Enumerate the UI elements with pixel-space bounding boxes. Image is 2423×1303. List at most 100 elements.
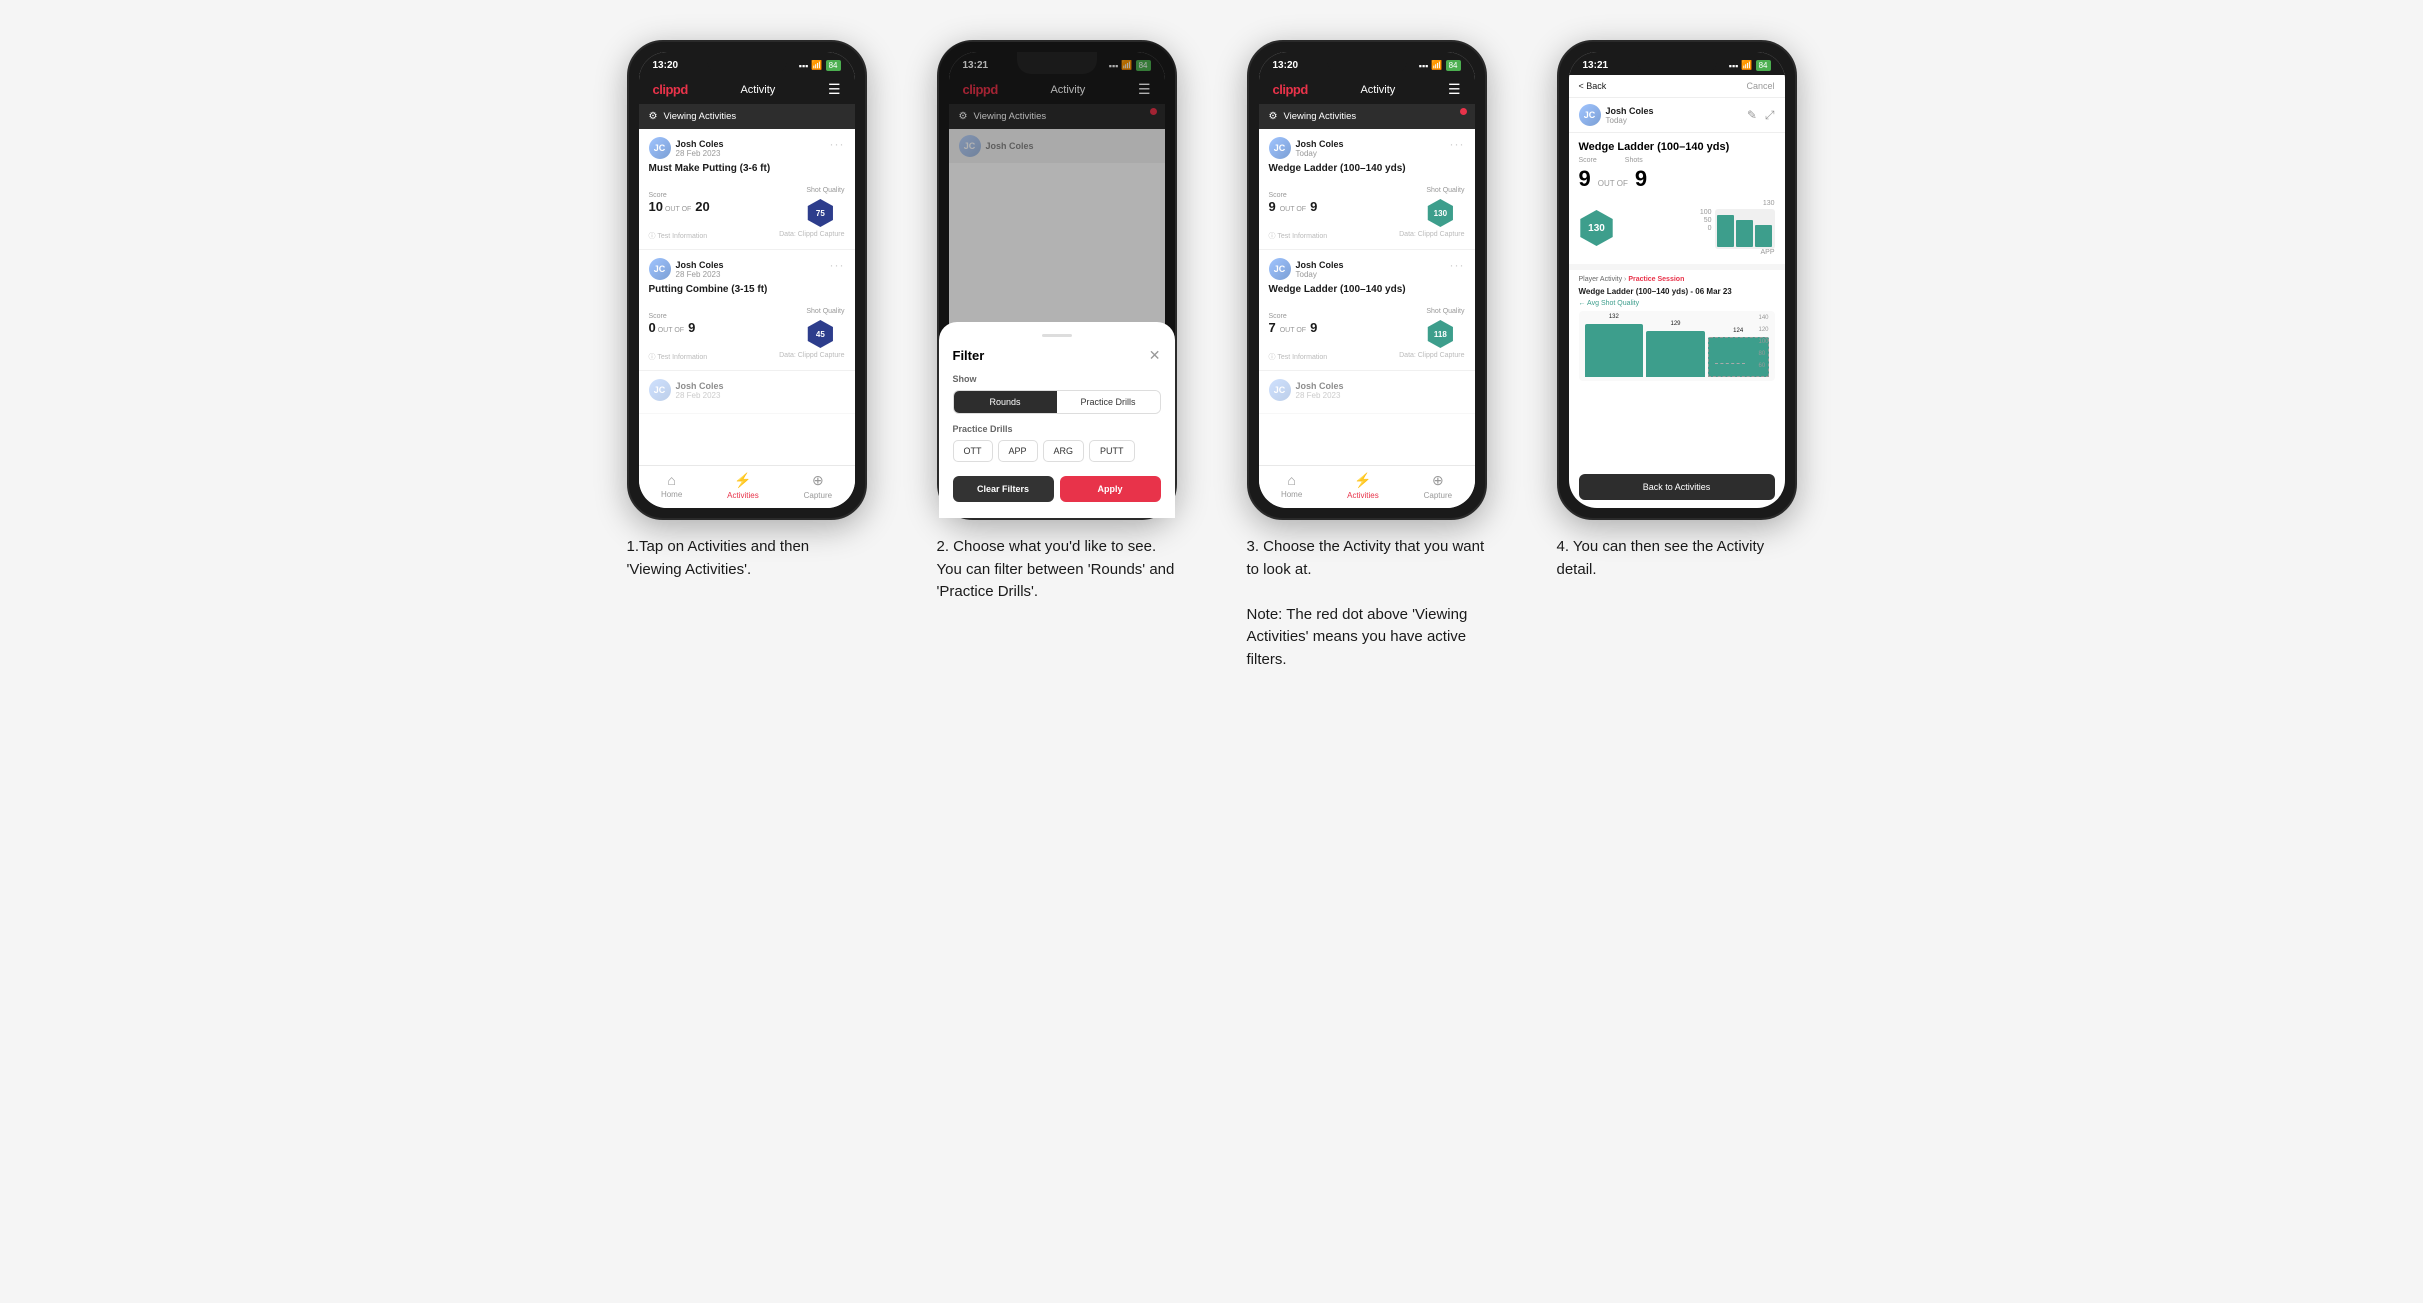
activity-card-1-3[interactable]: JC Josh Coles 28 Feb 2023 — [639, 371, 855, 414]
filter-title-2: Filter — [953, 348, 985, 363]
score-val-3-1: 9 — [1269, 199, 1276, 214]
player-activity-label-4: Player Activity — [1579, 276, 1623, 283]
nav-home-3[interactable]: ⌂ Home — [1281, 472, 1302, 500]
detail-user-row-4: JC Josh Coles Today ✎ ⤢ — [1569, 98, 1785, 133]
logo-1: clippd — [653, 82, 688, 97]
activity-card-3-2[interactable]: JC Josh Coles Today ··· Wedge Ladder (10… — [1259, 250, 1475, 371]
score-label-1-2: Score — [649, 313, 696, 320]
y-axis-4: 140 120 100 80 60 — [1758, 315, 1768, 369]
card-dots-3-1[interactable]: ··· — [1450, 137, 1465, 151]
card-dots-3-2[interactable]: ··· — [1450, 258, 1465, 272]
phone-notch-4 — [1637, 52, 1717, 74]
drill-ott-2[interactable]: OTT — [953, 440, 993, 462]
drill-putt-2[interactable]: PUTT — [1089, 440, 1135, 462]
avatar-1-2: JC — [649, 258, 671, 280]
user-info-1-3: JC Josh Coles 28 Feb 2023 — [649, 379, 724, 401]
detail-header-4: < Back Cancel — [1569, 75, 1785, 98]
nav-activities-3[interactable]: ⚡ Activities — [1347, 472, 1379, 500]
menu-icon-1[interactable]: ☰ — [828, 81, 841, 98]
bar-3-4 — [1755, 225, 1772, 247]
shots-label-4: Shots — [1625, 157, 1643, 164]
logo-3: clippd — [1273, 82, 1308, 97]
phone-col-4: 13:21 ▪▪▪ 📶 84 < Back Cancel JC — [1537, 40, 1817, 581]
activity-card-3-1[interactable]: JC Josh Coles Today ··· Wedge Ladder (10… — [1259, 129, 1475, 250]
quality-badge-3-2: Shot Quality 118 — [1426, 300, 1464, 348]
back-btn-4[interactable]: < Back — [1579, 81, 1607, 91]
hex-1-2: 45 — [806, 320, 834, 348]
card-header-1-2: JC Josh Coles 28 Feb 2023 ··· — [649, 258, 845, 280]
battery-icon-4: 84 — [1756, 60, 1771, 71]
filter-icon-1: ⚙ — [649, 111, 658, 122]
edit-icon-4[interactable]: ✎ — [1747, 108, 1757, 123]
score-shots-labels-4: Score Shots — [1579, 157, 1738, 164]
detail-title-4: Wedge Ladder (100–140 yds) Score Shots 9… — [1579, 141, 1738, 192]
bottom-nav-1: ⌂ Home ⚡ Activities ⊕ Capture — [639, 465, 855, 508]
card-dots-1-1[interactable]: ··· — [830, 137, 845, 151]
nav-capture-1[interactable]: ⊕ Capture — [804, 472, 832, 500]
avg-label-4: ← Avg Shot Quality — [1579, 300, 1775, 307]
clear-filters-btn-2[interactable]: Clear Filters — [953, 476, 1054, 502]
drills-btn-2[interactable]: Practice Drills — [1057, 391, 1160, 413]
home-label-3: Home — [1281, 490, 1302, 499]
card-dots-1-2[interactable]: ··· — [830, 258, 845, 272]
chart-axis-labels-mid-4: 100 50 0 — [1623, 209, 1775, 249]
status-time-4: 13:21 — [1583, 60, 1609, 71]
info-left-3-1: ⓘ Test Information — [1269, 231, 1328, 241]
activity-title-3-1: Wedge Ladder (100–140 yds) — [1269, 163, 1465, 174]
user-info-3-1: JC Josh Coles Today — [1269, 137, 1344, 159]
drill-arg-2[interactable]: ARG — [1043, 440, 1085, 462]
score-label-3-2: Score — [1269, 313, 1318, 320]
battery-icon: 84 — [826, 60, 841, 71]
activity-card-1-1[interactable]: JC Josh Coles 28 Feb 2023 ··· Must Make … — [639, 129, 855, 250]
activity-card-1-2[interactable]: JC Josh Coles 28 Feb 2023 ··· Putting Co… — [639, 250, 855, 371]
activity-title-3-2: Wedge Ladder (100–140 yds) — [1269, 284, 1465, 295]
viewing-banner-1[interactable]: ⚙ Viewing Activities — [639, 104, 855, 129]
phone-notch-1 — [707, 52, 787, 74]
dashed-line-4 — [1715, 363, 1745, 364]
phone-2: 13:21 ▪▪▪ 📶 84 clippd Activity ☰ ⚙ Vi — [937, 40, 1177, 520]
card-header-1-3: JC Josh Coles 28 Feb 2023 — [649, 379, 845, 401]
practice-session-label-4: Practice Session — [1628, 276, 1684, 283]
phone-1-content: JC Josh Coles 28 Feb 2023 ··· Must Make … — [639, 129, 855, 465]
phone-notch-3 — [1327, 52, 1407, 74]
user-info-3-2: JC Josh Coles Today — [1269, 258, 1344, 280]
user-details-1-1: Josh Coles 28 Feb 2023 — [676, 139, 724, 158]
card-header-3-2: JC Josh Coles Today ··· — [1269, 258, 1465, 280]
score-label-3-1: Score — [1269, 192, 1318, 199]
hex-3-2: 118 — [1426, 320, 1454, 348]
red-dot-3 — [1460, 108, 1467, 115]
status-icons-3: ▪▪▪ 📶 84 — [1419, 60, 1461, 71]
nav-home-1[interactable]: ⌂ Home — [661, 472, 682, 500]
menu-icon-3[interactable]: ☰ — [1448, 81, 1461, 98]
caption-2: 2. Choose what you'd like to see. You ca… — [937, 536, 1177, 604]
back-to-activities-btn-4[interactable]: Back to Activities — [1579, 474, 1775, 500]
user-details-1-3: Josh Coles 28 Feb 2023 — [676, 381, 724, 400]
banner-text-3: Viewing Activities — [1283, 111, 1356, 122]
nav-capture-3[interactable]: ⊕ Capture — [1424, 472, 1452, 500]
info-left-1-1: ⓘ Test Information — [649, 231, 708, 241]
nav-activities-1[interactable]: ⚡ Activities — [727, 472, 759, 500]
wifi-icon: 📶 — [811, 60, 822, 71]
show-label-2: Show — [953, 374, 1161, 384]
viewing-banner-3[interactable]: ⚙ Viewing Activities — [1259, 104, 1475, 129]
apply-btn-2[interactable]: Apply — [1060, 476, 1161, 502]
card-footer-1-1: ⓘ Test Information Data: Clippd Capture — [649, 231, 845, 241]
activity-card-3-3[interactable]: JC Josh Coles 28 Feb 2023 — [1259, 371, 1475, 414]
avatar-3-1: JC — [1269, 137, 1291, 159]
user-info-3-3: JC Josh Coles 28 Feb 2023 — [1269, 379, 1344, 401]
home-label-1: Home — [661, 490, 682, 499]
score-label-4: Score — [1579, 157, 1597, 164]
drill-app-2[interactable]: APP — [998, 440, 1038, 462]
cancel-btn-4[interactable]: Cancel — [1746, 81, 1774, 91]
capture-icon-1: ⊕ — [812, 472, 824, 489]
rounds-btn-2[interactable]: Rounds — [954, 391, 1057, 413]
phone-col-3: 13:20 ▪▪▪ 📶 84 clippd Activity ☰ ⚙ Vi — [1227, 40, 1507, 671]
filter-close-2[interactable]: ✕ — [1149, 347, 1161, 364]
info-right-3-1: Data: Clippd Capture — [1399, 231, 1464, 241]
outof-3-1: OUT OF — [1280, 206, 1306, 213]
expand-icon-4[interactable]: ⤢ — [1765, 108, 1775, 123]
user-date-3-2: Today — [1296, 270, 1344, 279]
detail-actions-4: ✎ ⤢ — [1747, 108, 1775, 123]
activity-subtitle-4: Wedge Ladder (100–140 yds) - 06 Mar 23 — [1579, 287, 1775, 296]
outof-4: OUT OF — [1598, 179, 1628, 188]
